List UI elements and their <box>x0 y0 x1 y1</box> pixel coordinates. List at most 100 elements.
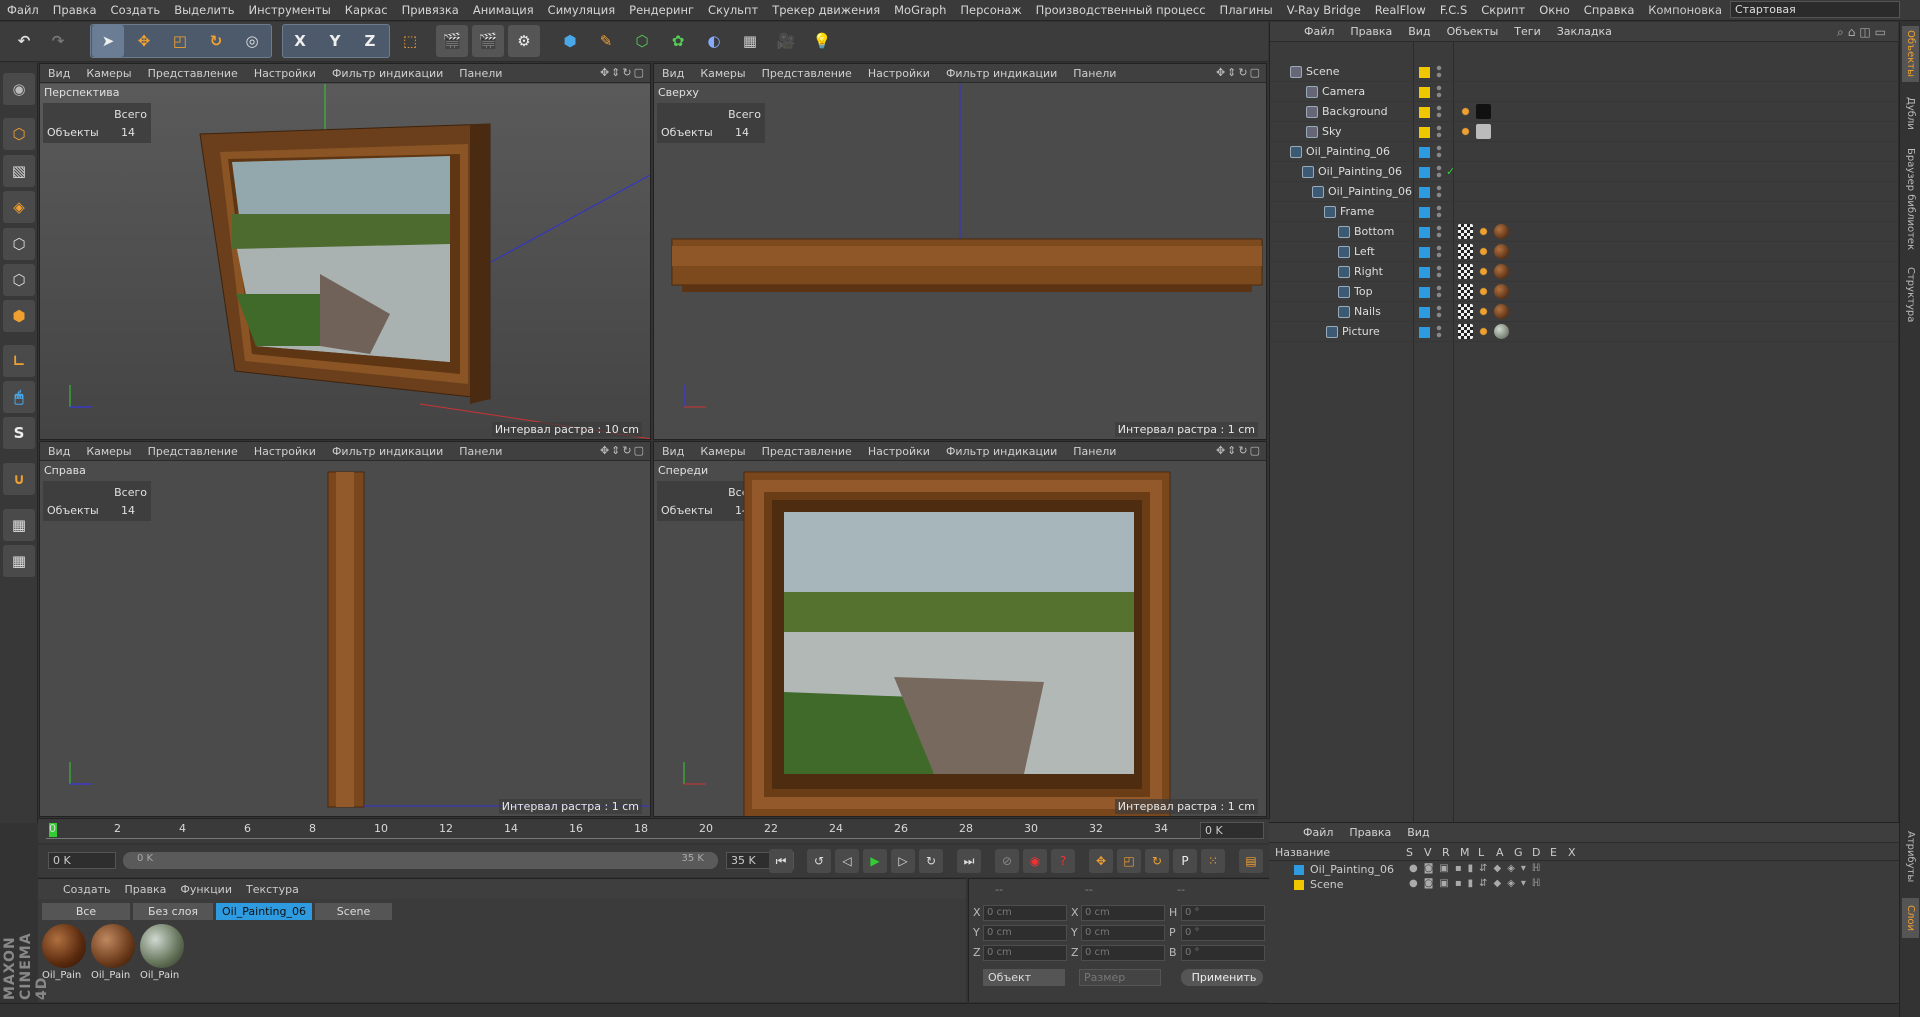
coord-size-select[interactable]: Размер <box>1079 969 1161 986</box>
menu-item[interactable]: Окно <box>1532 3 1577 17</box>
layout-select[interactable]: Стартовая <box>1730 1 1900 18</box>
menu-item[interactable]: V-Ray Bridge <box>1280 3 1368 17</box>
menu-item[interactable]: Создать <box>104 3 168 17</box>
om-search-icon[interactable]: ⌕⌂◫▭ <box>1837 25 1890 40</box>
mograph-icon[interactable]: ✿ <box>662 25 694 57</box>
material-tag-icon[interactable] <box>1494 224 1509 239</box>
material-tag-icon[interactable] <box>1494 244 1509 259</box>
texture-tag-icon[interactable] <box>1458 124 1473 139</box>
menu-item[interactable]: Плагины <box>1213 3 1280 17</box>
keyframe-selection-icon[interactable]: ? <box>1051 849 1075 873</box>
layer-color-swatch[interactable] <box>1294 865 1304 875</box>
viewport-front[interactable]: Вид Камеры Представление Настройки Фильт… <box>653 441 1267 817</box>
menu-item[interactable]: Правка <box>46 3 104 17</box>
material-tag-icon[interactable] <box>1476 124 1491 139</box>
points-mode-icon[interactable]: ⬡ <box>3 228 35 260</box>
layer-toggle-icons[interactable]: ●◙▣▪▮⇵◆◈▾ℍ <box>1409 863 1546 874</box>
layer-color-swatch[interactable] <box>1294 880 1304 890</box>
cube-icon[interactable]: ⬢ <box>554 25 586 57</box>
apply-button[interactable]: Применить <box>1181 969 1263 986</box>
visibility-dots[interactable] <box>1436 125 1442 139</box>
object-row[interactable]: Nails <box>1270 302 1899 322</box>
object-row[interactable]: Bottom <box>1270 222 1899 242</box>
key-param-icon[interactable]: P <box>1173 849 1197 873</box>
next-frame-icon[interactable]: ▷ <box>891 849 915 873</box>
coord-rotation-field[interactable]: 0 ° <box>1181 945 1265 961</box>
key-pla-icon[interactable]: ⁙ <box>1201 849 1225 873</box>
object-row[interactable]: Right <box>1270 262 1899 282</box>
mat-tab-scene[interactable]: Scene <box>315 903 392 920</box>
menu-item[interactable]: Выделить <box>167 3 241 17</box>
visibility-dots[interactable] <box>1436 65 1442 79</box>
menu-item[interactable]: Привязка <box>395 3 466 17</box>
visibility-dots[interactable] <box>1436 185 1442 199</box>
menu-item[interactable]: Скульпт <box>701 3 765 17</box>
menu-item[interactable]: Рендеринг <box>622 3 701 17</box>
texture-tag-icon[interactable] <box>1476 244 1491 259</box>
coord-position-field[interactable]: 0 cm <box>983 925 1067 941</box>
next-key-icon[interactable]: ↻ <box>919 849 943 873</box>
material-tag-icon[interactable] <box>1476 104 1491 119</box>
x-axis-icon[interactable]: X <box>284 25 316 57</box>
texture-tag-icon[interactable] <box>1476 304 1491 319</box>
polygons-mode-icon[interactable]: ⬢ <box>3 300 35 332</box>
layer-column-header[interactable]: L <box>1478 846 1484 859</box>
layer-column-header[interactable]: M <box>1460 846 1470 859</box>
make-editable-icon[interactable]: ◉ <box>3 73 35 105</box>
visibility-dots[interactable] <box>1436 325 1442 339</box>
tab-objects[interactable]: Объекты <box>1902 26 1919 82</box>
layer-column-header[interactable]: G <box>1514 846 1523 859</box>
render-view-icon[interactable]: 🎬 <box>436 25 468 57</box>
layer-color-swatch[interactable] <box>1419 327 1430 338</box>
redo-icon[interactable]: ↷ <box>42 25 74 57</box>
layer-color-swatch[interactable] <box>1419 87 1430 98</box>
pen-icon[interactable]: ✎ <box>590 25 622 57</box>
layer-color-swatch[interactable] <box>1419 227 1430 238</box>
layer-color-swatch[interactable] <box>1419 307 1430 318</box>
timeline-end-field[interactable]: 0 K <box>1200 822 1264 839</box>
menu-item[interactable]: F.C.S <box>1433 3 1474 17</box>
mat-tab-no-layer[interactable]: Без слоя <box>133 903 213 920</box>
om-menu-file[interactable]: Файл <box>1296 25 1342 38</box>
select-icon[interactable]: ➤ <box>92 25 124 57</box>
uvw-tag-icon[interactable] <box>1458 284 1473 299</box>
menu-item[interactable]: Скрипт <box>1474 3 1532 17</box>
coord-size-field[interactable]: 0 cm <box>1081 905 1165 921</box>
play-icon[interactable]: ▶ <box>863 849 887 873</box>
texture-mode-icon[interactable]: ▧ <box>3 155 35 187</box>
floor-icon[interactable]: ▦ <box>734 25 766 57</box>
uvw-tag-icon[interactable] <box>1458 224 1473 239</box>
layer-column-header[interactable]: X <box>1568 846 1576 859</box>
coord-rotation-field[interactable]: 0 ° <box>1181 905 1265 921</box>
material-swatch[interactable]: Oil_Pain <box>42 924 88 984</box>
layer-color-swatch[interactable] <box>1419 167 1430 178</box>
magnet-icon[interactable]: ∪ <box>3 463 35 495</box>
menu-item[interactable]: RealFlow <box>1368 3 1433 17</box>
menu-item[interactable]: Каркас <box>338 3 395 17</box>
visibility-dots[interactable] <box>1436 285 1442 299</box>
material-swatch[interactable]: Oil_Pain <box>140 924 186 984</box>
render-settings-icon[interactable]: ⚙ <box>508 25 540 57</box>
uvw-tag-icon[interactable] <box>1458 304 1473 319</box>
visibility-dots[interactable] <box>1436 245 1442 259</box>
y-axis-icon[interactable]: Y <box>319 25 351 57</box>
viewport-right[interactable]: Вид Камеры Представление Настройки Фильт… <box>39 441 651 817</box>
mat-menu-function[interactable]: Функции <box>173 883 239 896</box>
menu-item[interactable]: Симуляция <box>541 3 622 17</box>
key-position-icon[interactable]: ✥ <box>1089 849 1113 873</box>
texture-tag-icon[interactable] <box>1476 224 1491 239</box>
light-icon[interactable]: 💡 <box>806 25 838 57</box>
layer-column-header[interactable]: R <box>1442 846 1450 859</box>
object-row[interactable]: Sky <box>1270 122 1899 142</box>
visibility-dots[interactable] <box>1436 105 1442 119</box>
material-tag-icon[interactable] <box>1494 324 1509 339</box>
object-row[interactable]: Oil_Painting_06 ✓ <box>1270 162 1899 182</box>
object-row[interactable]: Left <box>1270 242 1899 262</box>
mat-tab-all[interactable]: Все <box>42 903 130 920</box>
tab-structure[interactable]: Структура <box>1902 260 1919 330</box>
mat-menu-edit[interactable]: Правка <box>118 883 174 896</box>
om-menu-bookmarks[interactable]: Закладка <box>1549 25 1620 38</box>
material-tag-icon[interactable] <box>1494 284 1509 299</box>
start-frame-field[interactable]: 0 K <box>48 852 116 869</box>
live-select-icon[interactable]: ◎ <box>236 25 268 57</box>
